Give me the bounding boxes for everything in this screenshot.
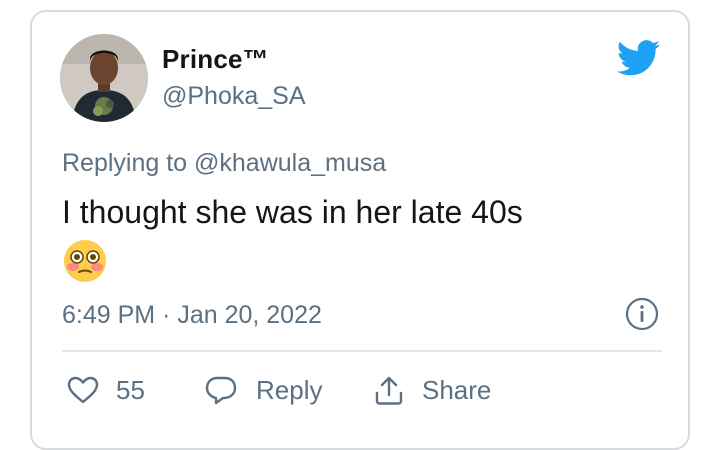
tweet-text: I thought she was in her late 40s (62, 194, 523, 230)
tweet-timestamp[interactable]: 6:49 PM · Jan 20, 2022 (62, 301, 322, 330)
reply-label: Reply (256, 374, 323, 405)
flushed-face-icon (62, 238, 108, 284)
like-count: 55 (116, 374, 145, 405)
info-icon[interactable] (624, 296, 660, 332)
replying-to[interactable]: Replying to @khawula_musa (62, 149, 386, 178)
share-icon (375, 376, 403, 405)
twitter-bird-icon[interactable] (616, 40, 661, 76)
heart-icon (67, 376, 99, 404)
share-label: Share (422, 374, 492, 405)
display-name[interactable]: Prince™ (162, 44, 269, 75)
avatar[interactable] (60, 34, 148, 122)
tweet-card[interactable]: Prince™ @Phoka_SA Replying to @khawula_m… (30, 10, 690, 450)
speech-bubble-icon (205, 376, 237, 405)
share-button[interactable]: Share (372, 372, 491, 408)
like-button[interactable]: 55 (66, 372, 145, 408)
reply-button[interactable]: Reply (204, 372, 322, 408)
divider (62, 350, 662, 352)
user-handle[interactable]: @Phoka_SA (162, 82, 306, 111)
